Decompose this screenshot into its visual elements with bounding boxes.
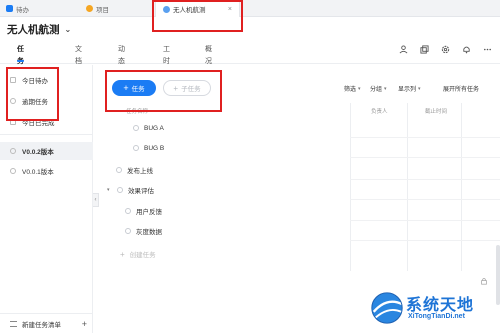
vertical-scrollbar[interactable] — [496, 245, 500, 305]
copy-icon[interactable] — [419, 44, 429, 54]
sidebar-collapse-handle[interactable]: ‹ — [93, 193, 99, 207]
more-icon[interactable] — [482, 44, 492, 54]
tab-task-list[interactable]: 任务清单 — [17, 44, 24, 89]
browser-tab-strip: 待办 项目 无人机航测 × — [0, 0, 500, 18]
tab-project[interactable]: 项目 — [86, 0, 109, 17]
highlight-box-tab — [152, 0, 243, 32]
table-row[interactable]: 发布上线 — [100, 161, 500, 179]
table-row[interactable]: BUG A — [100, 119, 500, 137]
project-title[interactable]: 无人机航测 ⌄ — [7, 22, 71, 37]
highlight-box-sidebar — [6, 67, 59, 121]
task-checkbox[interactable] — [116, 167, 122, 173]
bell-icon[interactable] — [461, 44, 471, 54]
task-checkbox[interactable] — [133, 125, 139, 131]
plus-icon: + — [120, 249, 125, 259]
header-actions — [398, 44, 492, 54]
version-icon — [10, 148, 16, 154]
gear-icon[interactable] — [440, 44, 450, 54]
row-divider — [350, 157, 500, 158]
tab-activity[interactable]: 动态 — [118, 44, 125, 65]
table-row[interactable]: 用户反馈 — [100, 202, 500, 220]
table-row[interactable]: BUG B — [100, 139, 500, 157]
expand-arrow-icon[interactable]: ▾ — [107, 187, 113, 193]
tab-overview[interactable]: 概况 — [205, 44, 212, 65]
plus-icon[interactable]: + — [82, 319, 87, 329]
tab-docs[interactable]: 文档 — [75, 44, 82, 65]
todo-icon — [6, 5, 13, 12]
watermark-globe-icon — [371, 292, 403, 324]
highlight-box-toolbar — [105, 70, 222, 112]
task-checkbox[interactable] — [133, 145, 139, 151]
row-divider — [350, 179, 500, 180]
sidebar-item-version-v001[interactable]: V0.0.1版本 — [0, 162, 93, 180]
task-checkbox[interactable] — [125, 228, 131, 234]
tab-todo[interactable]: 待办 — [6, 0, 29, 17]
member-icon[interactable] — [398, 44, 408, 54]
table-row[interactable]: ▾ 效果评估 — [100, 181, 500, 199]
table-row[interactable]: 灰度数据 — [100, 222, 500, 240]
task-checkbox[interactable] — [117, 187, 123, 193]
create-task-row[interactable]: + 创建任务 — [100, 245, 500, 263]
version-icon — [10, 168, 16, 174]
row-divider — [350, 199, 500, 200]
column-deadline[interactable]: 截止时间 — [425, 107, 447, 115]
new-task-list-button[interactable]: 新建任务清单 + — [0, 313, 93, 333]
column-assignee[interactable]: 负责人 — [371, 107, 388, 115]
chevron-down-icon: ⌄ — [64, 25, 72, 34]
list-icon — [10, 320, 17, 327]
task-checkbox[interactable] — [125, 208, 131, 214]
row-divider — [350, 220, 500, 221]
watermark-logo: 系统天地 XiTongTianDi.net — [368, 289, 496, 329]
sidebar-divider — [0, 134, 93, 135]
lock-icon[interactable] — [480, 277, 488, 285]
project-icon — [86, 5, 93, 12]
project-header: 无人机航测 ⌄ 任务清单 文档 动态 工时 概况 — [0, 17, 500, 89]
watermark-title: 系统天地 — [406, 295, 475, 314]
tab-timesheet[interactable]: 工时 — [163, 44, 170, 65]
row-divider — [350, 240, 500, 241]
watermark-subtitle: XiTongTianDi.net — [408, 313, 465, 320]
row-divider — [350, 137, 500, 138]
sidebar-item-version-v002[interactable]: V0.0.2版本 — [0, 142, 93, 160]
